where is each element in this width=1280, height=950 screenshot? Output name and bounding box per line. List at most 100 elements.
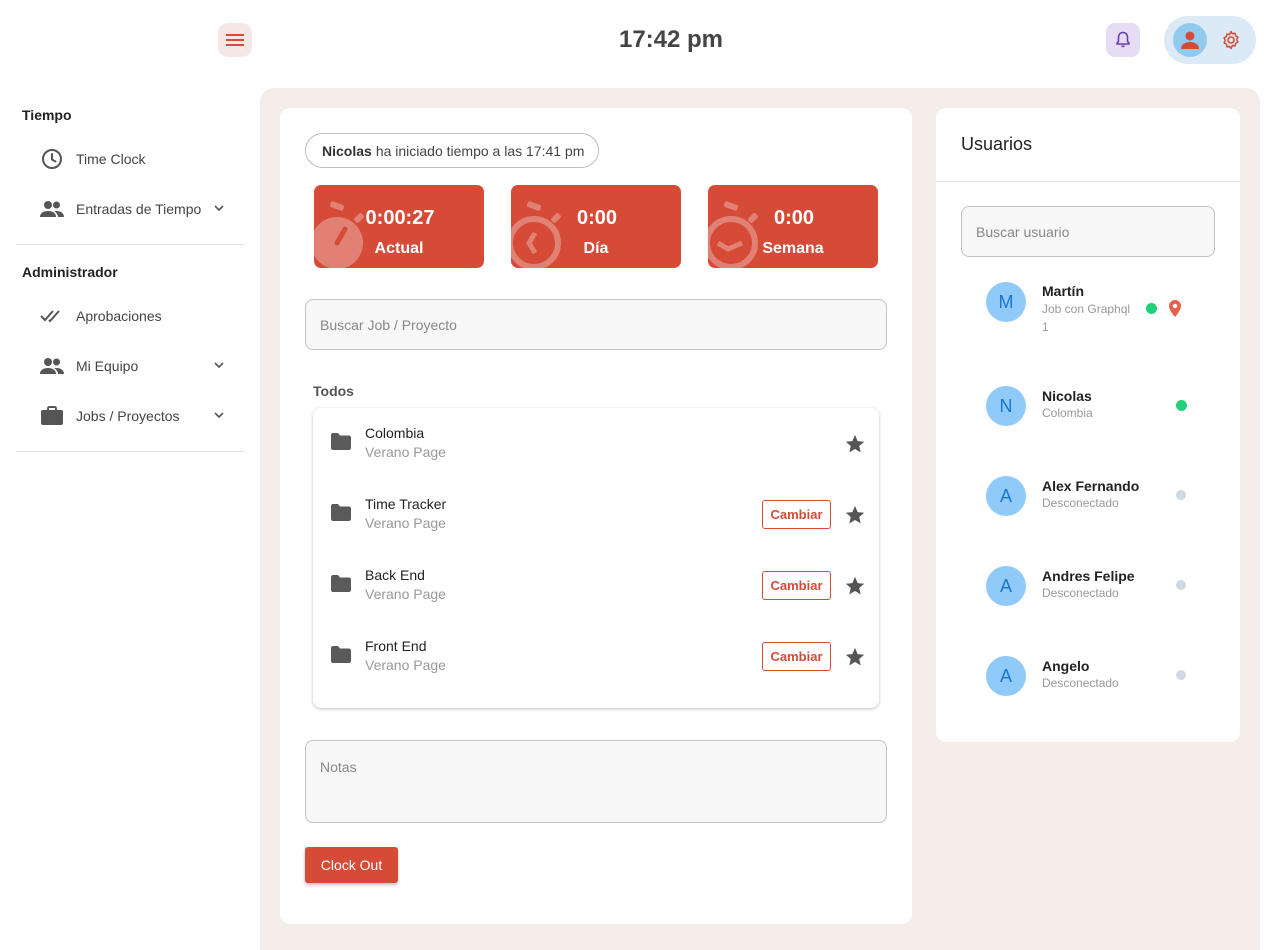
sidebar-item-label: Time Clock [76,151,146,167]
user-status: Desconectado [1042,586,1119,600]
star-icon[interactable] [844,504,866,526]
online-indicator [1176,400,1187,411]
user-name: Andres Felipe [1042,568,1135,584]
avatar: N [986,386,1026,426]
folder-icon [331,646,351,663]
sidebar-item-label: Mi Equipo [76,358,139,374]
offline-indicator [1176,670,1186,680]
timer-value: 0:00:27 [365,207,435,229]
project-subtitle: Verano Page [365,515,446,531]
timer-semana: 0:00 Semana [708,185,878,268]
current-time: 17:42 pm [618,26,724,53]
user-search-input[interactable]: Buscar usuario [961,206,1215,257]
time-clock-card: Nicolas ha iniciado tiempo a las 17:41 p… [280,108,912,924]
star-icon[interactable] [844,646,866,668]
user-name: Nicolas [1042,388,1092,404]
status-message: Nicolas ha iniciado tiempo a las 17:41 p… [305,133,599,168]
timer-dia: 0:00 Día [511,185,681,268]
sidebar-item-mi-equipo[interactable]: Mi Equipo [16,341,244,391]
avatar: A [986,566,1026,606]
user-row[interactable]: A Alex Fernando Desconectado [936,462,1240,542]
users-divider [936,181,1240,182]
sidebar-item-label: Jobs / Proyectos [76,408,180,424]
star-icon[interactable] [844,575,866,597]
users-card: Usuarios Buscar usuario M Martín Job con… [936,108,1240,742]
chevron-down-icon [214,205,224,212]
star-icon[interactable] [844,433,866,455]
people-icon [40,354,64,378]
timer-label: Actual [374,240,424,257]
project-name: Time Tracker [365,496,447,512]
avatar: A [986,656,1026,696]
avatar[interactable] [1173,23,1207,57]
sidebar-divider [16,451,244,452]
user-row[interactable]: A Andres Felipe Desconectado [936,552,1240,632]
online-indicator [1146,303,1157,314]
list-item[interactable]: Time Tracker Verano Page Cambiar [313,479,879,550]
user-row[interactable]: N Nicolas Colombia [936,372,1240,452]
project-subtitle: Verano Page [365,657,446,673]
offline-indicator [1176,490,1186,500]
user-row[interactable]: A Angelo Desconectado [936,642,1240,722]
folder-icon [331,575,351,592]
location-pin-icon [1169,300,1181,317]
notifications-button[interactable] [1106,23,1140,57]
change-project-button[interactable]: Cambiar [762,571,831,600]
job-search-input[interactable]: Buscar Job / Proyecto [305,299,887,350]
chevron-down-icon [214,362,224,369]
user-status: Desconectado [1042,496,1119,510]
notes-field[interactable]: Notas [305,740,887,823]
user-row[interactable]: M Martín Job con Graphql 1 [936,272,1240,352]
list-item[interactable]: Front End Verano Page Cambiar [313,621,879,692]
sidebar-section-tiempo: Tiempo [22,107,72,123]
offline-indicator [1176,580,1186,590]
avatar: M [986,282,1026,322]
user-name: Angelo [1042,658,1090,674]
user-status: Colombia [1042,406,1093,420]
timer-value: 0:00 [576,207,618,229]
timer-label: Día [583,240,609,257]
timer-label: Semana [762,240,824,257]
settings-button[interactable] [1220,29,1242,51]
chevron-down-icon [214,412,224,419]
briefcase-icon [40,404,64,428]
timer-value: 0:00 [773,207,815,229]
folder-icon [331,433,351,450]
project-name: Back End [365,567,425,583]
status-text: ha iniciado tiempo a las 17:41 pm [375,142,585,159]
change-project-button[interactable]: Cambiar [762,642,831,671]
sidebar-item-jobs-proyectos[interactable]: Jobs / Proyectos [16,391,244,441]
list-item[interactable]: Colombia Verano Page [313,408,879,479]
clock-out-button[interactable]: Clock Out [305,847,398,883]
sidebar-item-time-clock[interactable]: Time Clock [16,134,244,184]
clock-icon [40,147,64,171]
project-subtitle: Verano Page [365,586,446,602]
user-menu[interactable] [1164,16,1256,64]
sidebar-item-entradas-de-tiempo[interactable]: Entradas de Tiempo [16,184,244,234]
change-project-button[interactable]: Cambiar [762,500,831,529]
status-user: Nicolas [322,142,372,159]
projects-list: Colombia Verano Page Time Tracker Verano… [313,408,879,708]
sidebar-section-administrador: Administrador [22,264,118,280]
sidebar-item-label: Entradas de Tiempo [76,201,202,217]
double-check-icon [40,304,64,328]
project-name: Front End [365,638,427,654]
project-subtitle: Verano Page [365,444,446,460]
user-name: Martín [1042,283,1084,299]
user-status: Desconectado [1042,676,1119,690]
project-name: Colombia [365,425,425,441]
sidebar-item-aprobaciones[interactable]: Aprobaciones [16,291,244,341]
user-status: Job con Graphql 1 [1042,302,1131,334]
gear-icon [1223,30,1239,50]
avatar: A [986,476,1026,516]
timer-actual: 0:00:27 Actual [314,185,484,268]
top-bar: 17:42 pm [0,0,1280,80]
folder-icon [331,504,351,521]
user-name: Alex Fernando [1042,478,1140,494]
bell-icon [1116,31,1130,48]
projects-group-label: Todos [313,383,354,399]
sidebar-divider [16,244,244,245]
sidebar: Tiempo Time Clock Entradas de Tiempo Adm… [16,96,244,460]
users-title: Usuarios [961,134,1033,154]
list-item[interactable]: Back End Verano Page Cambiar [313,550,879,621]
